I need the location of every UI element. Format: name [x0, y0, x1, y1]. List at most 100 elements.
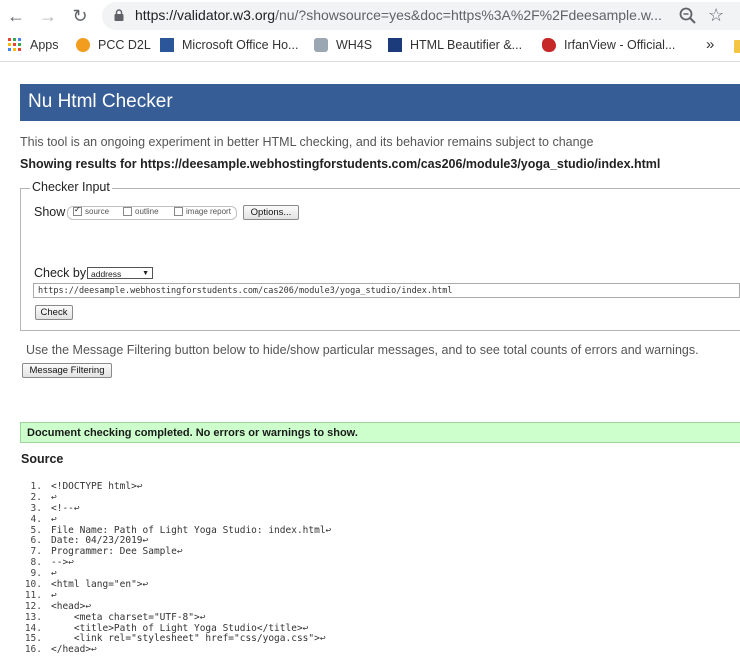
success-message-banner: Document checking completed. No errors o… — [20, 422, 740, 443]
source-checkbox[interactable] — [73, 205, 82, 216]
bookmark-label: PCC D2L — [98, 38, 151, 52]
irfanview-logo-icon — [542, 38, 556, 52]
source-line-code: </head>↩ — [51, 644, 97, 656]
source-line-code: <title>Path of Light Yoga Studio</title>… — [51, 622, 309, 634]
success-message-text: Document checking completed. No errors o… — [27, 427, 358, 439]
back-arrow-icon[interactable]: ← — [4, 4, 28, 28]
zoom-icon[interactable] — [678, 6, 698, 26]
options-button[interactable]: Options... — [243, 205, 299, 220]
source-line-number: 15. — [24, 633, 42, 645]
source-line: 3. <!--↩ — [22, 503, 331, 514]
url-path: /nu/?showsource=yes&doc=https%3A%2F%2Fde… — [275, 7, 662, 23]
bookmark-wh4s[interactable]: WH4S — [314, 38, 372, 52]
bookmark-microsoft-office[interactable]: Microsoft Office Ho... — [160, 38, 298, 52]
source-line-code: ↩ — [51, 568, 57, 580]
url-host: https://validator.w3.org — [135, 7, 276, 23]
source-line-number: 12. — [24, 600, 42, 612]
source-line-number: 9. — [30, 568, 42, 580]
source-line-code: Programmer: Dee Sample↩ — [51, 546, 183, 558]
source-line: 16. </head>↩ — [22, 644, 331, 655]
source-line: 2. ↩ — [22, 492, 331, 503]
reload-icon[interactable]: ↻ — [68, 4, 92, 28]
source-line: 12. <head>↩ — [22, 601, 331, 612]
source-heading: Source — [21, 452, 64, 466]
show-outline-option[interactable]: outline — [123, 207, 159, 216]
source-line-number: 2. — [30, 491, 42, 503]
source-line-code: ↩ — [51, 513, 57, 525]
image-report-label: image report — [186, 207, 231, 216]
bookmark-pcc-d2l[interactable]: PCC D2L — [76, 38, 151, 52]
wh4s-logo-icon — [314, 38, 328, 52]
show-image-report-option[interactable]: image report — [174, 207, 231, 216]
source-line: 14. <title>Path of Light Yoga Studio</ti… — [22, 623, 331, 634]
apps-grid-icon — [8, 38, 21, 51]
page-header: Nu Html Checker — [20, 84, 740, 121]
d2l-logo-icon — [76, 38, 90, 52]
bookmark-label: Microsoft Office Ho... — [182, 38, 299, 52]
check-button[interactable]: Check — [35, 305, 73, 320]
source-line-number: 4. — [30, 513, 42, 525]
source-line-code: -->↩ — [51, 557, 74, 569]
source-line-number: 3. — [30, 502, 42, 514]
bookmarks-bar: Apps PCC D2L Microsoft Office Ho... WH4S… — [0, 32, 740, 62]
source-line-number: 1. — [30, 481, 42, 492]
source-line-number: 14. — [24, 622, 42, 634]
source-line: 9. ↩ — [22, 568, 331, 579]
intro-text: This tool is an ongoing experiment in be… — [20, 135, 594, 149]
source-line-number: 13. — [24, 611, 42, 623]
bookmark-star-icon[interactable]: ☆ — [708, 5, 724, 26]
bookmark-label: Apps — [30, 38, 59, 52]
source-line-number: 7. — [30, 546, 42, 558]
outline-checkbox[interactable] — [123, 207, 132, 216]
checker-input-legend: Checker Input — [30, 180, 112, 194]
address-url[interactable]: https://validator.w3.org/nu/?showsource=… — [135, 7, 665, 23]
image-report-checkbox[interactable] — [174, 207, 183, 216]
dropdown-arrow-icon: ▼ — [142, 270, 149, 277]
source-listing: 1. <!DOCTYPE html>↩ 2. ↩ 3. <!--↩ 4. ↩ 5. File Na… — [22, 481, 331, 655]
source-line-code: <html lang="en">↩ — [51, 579, 149, 591]
source-line-number: 5. — [30, 524, 42, 536]
source-line-code: <meta charset="UTF-8">↩ — [51, 611, 206, 623]
show-label: Show — [34, 205, 66, 219]
word-logo-icon — [160, 38, 174, 52]
source-line-code: <head>↩ — [51, 600, 92, 612]
forward-arrow-icon[interactable]: → — [36, 4, 60, 28]
source-line: 5. File Name: Path of Light Yoga Studio: … — [22, 524, 332, 536]
source-line: 1. <!DOCTYPE html>↩ — [22, 481, 331, 492]
bookmarks-more-icon[interactable]: » — [706, 36, 714, 53]
bookmark-label: HTML Beautifier &... — [410, 38, 523, 52]
source-line: 11. ↩ — [22, 590, 331, 601]
source-line-code: ↩ — [51, 491, 57, 503]
bookmark-irfanview[interactable]: IrfanView - Official... — [542, 38, 675, 52]
show-source-option[interactable]: source — [73, 205, 109, 216]
page-title: Nu Html Checker — [28, 91, 173, 112]
source-line-number: 6. — [30, 535, 42, 547]
bookmark-apps[interactable]: Apps — [8, 38, 59, 52]
lock-icon — [114, 9, 124, 21]
source-line-number: 10. — [24, 579, 42, 591]
source-line-code: <!--↩ — [51, 502, 80, 514]
showing-results-text: Showing results for https://deesample.we… — [20, 157, 661, 171]
source-line-code: <!DOCTYPE html>↩ — [51, 481, 143, 492]
source-line: 8. -->↩ — [22, 557, 331, 568]
browser-toolbar: ← → ↻ https://validator.w3.org/nu/?shows… — [0, 0, 740, 32]
source-line: 6. Date: 04/23/2019↩ — [22, 535, 331, 546]
source-line: 10. <html lang="en">↩ — [22, 579, 331, 590]
source-line-number: 16. — [24, 644, 42, 656]
source-line: 15. <link rel="stylesheet" href="css/yog… — [22, 633, 331, 644]
check-by-label: Check by — [34, 266, 87, 280]
source-line-code: File Name: Path of Light Yoga Studio: in… — [51, 524, 332, 536]
source-line: 13. <meta charset="UTF-8">↩ — [22, 612, 331, 623]
folder-icon[interactable] — [734, 40, 740, 53]
source-line: 4. ↩ — [22, 514, 331, 525]
message-filtering-button[interactable]: Message Filtering — [22, 363, 112, 378]
source-line-code: Date: 04/23/2019↩ — [51, 535, 149, 547]
check-by-select[interactable]: address ▼ — [87, 267, 153, 279]
source-line-code: <link rel="stylesheet" href="css/yoga.cs… — [51, 633, 326, 645]
bookmark-html-beautifier[interactable]: HTML Beautifier &... — [388, 38, 522, 52]
address-bar[interactable]: https://validator.w3.org/nu/?showsource=… — [102, 2, 740, 30]
source-line-number: 8. — [30, 557, 42, 569]
message-filtering-info: Use the Message Filtering button below t… — [26, 343, 699, 357]
html-beautifier-icon — [388, 38, 402, 52]
document-address-input[interactable]: https://deesample.webhostingforstudents.… — [33, 283, 740, 298]
